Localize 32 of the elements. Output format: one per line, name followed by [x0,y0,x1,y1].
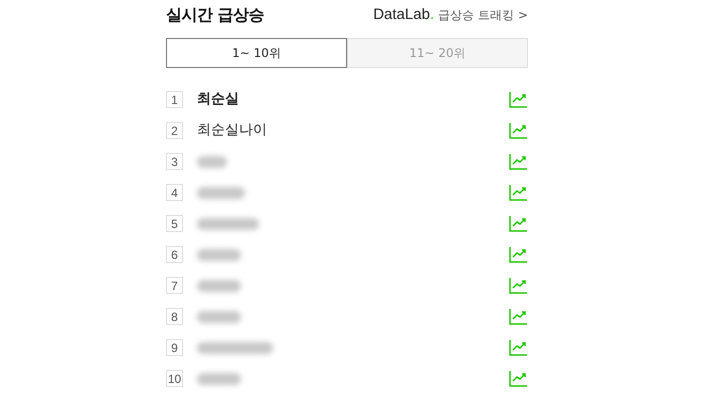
tab[interactable]: 1~ 10위 [166,38,347,68]
trend-chart-icon[interactable] [509,184,528,201]
blurred-keyword [197,310,241,322]
trend-chart-icon[interactable] [509,339,528,356]
keyword-link[interactable]: 최순실 [197,89,239,110]
rank-number: 7 [166,277,183,294]
trend-chart-icon[interactable] [509,277,528,294]
trend-chart-icon[interactable] [509,122,528,139]
trend-chart-icon[interactable] [509,153,528,170]
trend-chart-icon[interactable] [509,370,528,387]
trend-chart-icon[interactable] [509,215,528,232]
blurred-keyword [197,280,241,292]
blurred-keyword [197,248,241,260]
section-title: 실시간 급상승 [166,4,264,26]
trend-chart-icon[interactable] [509,308,528,325]
rank-number: 3 [166,153,183,170]
blurred-keyword [197,372,241,384]
rank-number: 1 [166,91,183,108]
rank-number: 9 [166,339,183,356]
rank-number: 4 [166,184,183,201]
rank-number: 6 [166,246,183,263]
trend-chart-icon[interactable] [509,246,528,263]
keyword-link[interactable]: 최순실나이 [197,120,267,141]
datalab-tracking-link[interactable]: DataLab. 급상승 트래킹 > [373,4,528,26]
blurred-keyword [197,218,259,230]
rank-number: 5 [166,215,183,232]
trend-chart-icon[interactable] [509,91,528,108]
blurred-keyword [197,186,245,198]
rank-number: 10 [166,370,183,387]
rank-number: 2 [166,122,183,139]
blurred-keyword [197,156,227,168]
rank-number: 8 [166,308,183,325]
